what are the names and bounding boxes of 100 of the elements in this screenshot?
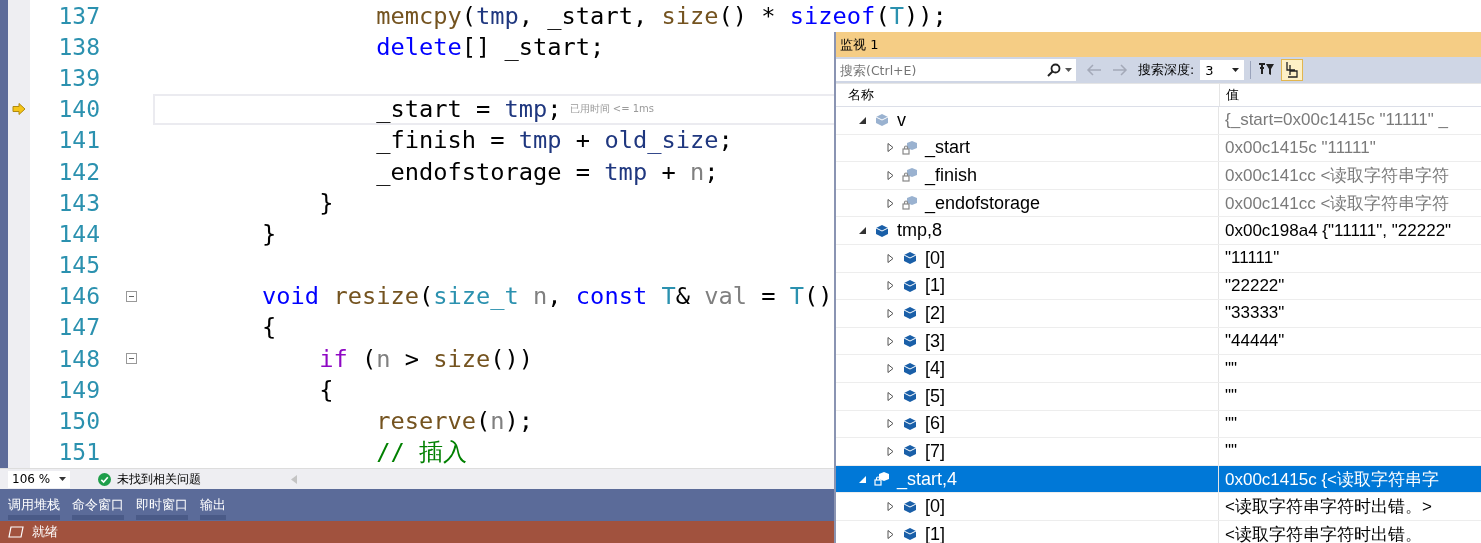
- collapse-icon[interactable]: [126, 353, 137, 365]
- caret-icon: [59, 477, 66, 481]
- code-line: // 插入: [376, 437, 467, 468]
- issues-status[interactable]: 未找到相关问题: [117, 470, 201, 488]
- code-line: {: [319, 374, 334, 405]
- line-number: 146: [57, 283, 100, 310]
- variable-name: _finish: [925, 165, 978, 186]
- collapse-icon[interactable]: [126, 290, 137, 302]
- code-line: _endofstorage = tmp + n;: [376, 156, 719, 187]
- variable-value: "44444": [1218, 327, 1481, 355]
- variable-name: _endofstorage: [925, 192, 1041, 214]
- watch-row[interactable]: _start 0x00c1415c "11111": [836, 134, 1481, 163]
- watch-row[interactable]: _finish 0x00c141cc <读取字符串字符: [836, 162, 1481, 190]
- check-icon: [98, 472, 111, 486]
- hex-display-toggle[interactable]: [1281, 59, 1304, 81]
- elapsed-time-hint: 已用时间 <= 1ms: [569, 102, 655, 117]
- locked-member-icon: [874, 471, 890, 487]
- variable-name: _start,4: [897, 468, 958, 490]
- watch-row[interactable]: [2] "33333": [836, 300, 1481, 328]
- watch-row[interactable]: [5] "": [836, 382, 1481, 411]
- code-line: {: [262, 312, 277, 343]
- variable-name: [7]: [925, 440, 945, 462]
- watch-row[interactable]: _start,4 0x00c1415c {<读取字符串字: [836, 465, 1481, 494]
- variable-value: "": [1218, 382, 1481, 410]
- watch-row[interactable]: [1] <读取字符串字符时出错。: [836, 520, 1481, 543]
- watch-row[interactable]: [0] "11111": [836, 244, 1481, 273]
- column-header[interactable]: 名称: [836, 84, 1220, 106]
- expand-icon[interactable]: [886, 308, 895, 318]
- code-line: _finish = tmp + old_size;: [376, 125, 733, 156]
- cube-icon: [902, 360, 918, 377]
- variable-value: "": [1218, 355, 1481, 382]
- collapse-icon[interactable]: [858, 115, 867, 125]
- line-number: 151: [57, 439, 100, 466]
- variable-value: "": [1218, 410, 1481, 438]
- cube-icon: [874, 222, 890, 239]
- expand-icon[interactable]: [886, 529, 895, 539]
- variable-name: [2]: [925, 302, 945, 324]
- expand-icon[interactable]: [886, 419, 895, 429]
- code-line: delete[] _start;: [376, 31, 605, 62]
- code-line: }: [319, 187, 334, 218]
- line-number: 145: [57, 252, 100, 279]
- line-number: 149: [57, 376, 100, 403]
- line-number: 147: [57, 314, 100, 341]
- code-line: }: [262, 218, 277, 249]
- search-icon: [1047, 63, 1061, 77]
- locked-member-icon: [902, 139, 918, 156]
- watch-row[interactable]: [1] "22222": [836, 272, 1481, 301]
- variable-value: "": [1218, 438, 1481, 465]
- expand-icon[interactable]: [886, 281, 895, 291]
- variable-value: 0x00c141cc <读取字符串字符: [1218, 189, 1481, 217]
- locked-member-icon: [902, 167, 918, 184]
- line-number: 138: [57, 33, 100, 60]
- expand-icon[interactable]: [886, 253, 895, 263]
- cube-icon: [902, 333, 918, 350]
- variable-value: <读取字符串字符时出错。: [1218, 520, 1481, 543]
- code-line: if (n > size()): [319, 343, 534, 374]
- variable-name: [6]: [925, 413, 945, 435]
- watch-row[interactable]: tmp,8 0x00c198a4 {"11111", "22222": [836, 217, 1481, 245]
- variable-name: tmp,8: [897, 220, 943, 242]
- line-number: 143: [57, 189, 100, 216]
- expand-icon[interactable]: [886, 446, 895, 456]
- variable-name: _start: [925, 137, 971, 159]
- watch-row[interactable]: [7] "": [836, 438, 1481, 466]
- search-button[interactable]: [1043, 59, 1076, 81]
- expand-icon[interactable]: [886, 336, 895, 346]
- column-header[interactable]: 值: [1220, 86, 1239, 104]
- expand-icon[interactable]: [886, 364, 895, 374]
- zoom-dropdown[interactable]: 106 %: [8, 470, 70, 488]
- variable-value: 0x00c1415c {<读取字符串字: [1218, 465, 1481, 493]
- current-statement-arrow-icon: [12, 103, 26, 116]
- search-depth-dropdown[interactable]: 3: [1200, 60, 1245, 80]
- line-number: 140: [57, 96, 100, 123]
- watch-row[interactable]: _endofstorage 0x00c141cc <读取字符串字符: [836, 189, 1481, 218]
- watch-row[interactable]: [6] "": [836, 410, 1481, 439]
- cube-icon: [902, 305, 918, 322]
- expand-icon[interactable]: [886, 391, 895, 401]
- cube-icon: [902, 388, 918, 405]
- expand-icon[interactable]: [886, 502, 895, 512]
- watch-row[interactable]: [0] <读取字符串字符时出错。>: [836, 493, 1481, 521]
- expand-icon[interactable]: [886, 171, 895, 180]
- variable-name: [1]: [925, 523, 945, 543]
- variable-name: v: [897, 109, 906, 131]
- watch-row[interactable]: [4] "": [836, 355, 1481, 383]
- expand-icon[interactable]: [886, 198, 895, 208]
- search-field[interactable]: 搜索(Ctrl+E): [836, 59, 1043, 81]
- line-number: 148: [57, 345, 100, 372]
- collapse-icon[interactable]: [858, 226, 867, 236]
- caret-icon: [1232, 68, 1240, 72]
- line-number: 144: [57, 220, 100, 247]
- watch-row[interactable]: [3] "44444": [836, 327, 1481, 356]
- code-line: _start = tmp;: [376, 94, 562, 125]
- variable-name: [0]: [925, 496, 945, 518]
- expand-icon[interactable]: [886, 143, 895, 153]
- code-line: memcpy(tmp, _start, size() * sizeof(T));: [376, 0, 947, 31]
- variable-value: 0x00c141cc <读取字符串字符: [1218, 162, 1481, 189]
- pin-filter-icon[interactable]: [1257, 62, 1276, 78]
- watch-row[interactable]: v {_start=0x00c1415c "11111" _: [836, 107, 1481, 135]
- locked-member-icon: [902, 195, 918, 212]
- cube-icon: [902, 443, 918, 460]
- variable-value: "33333": [1218, 300, 1481, 327]
